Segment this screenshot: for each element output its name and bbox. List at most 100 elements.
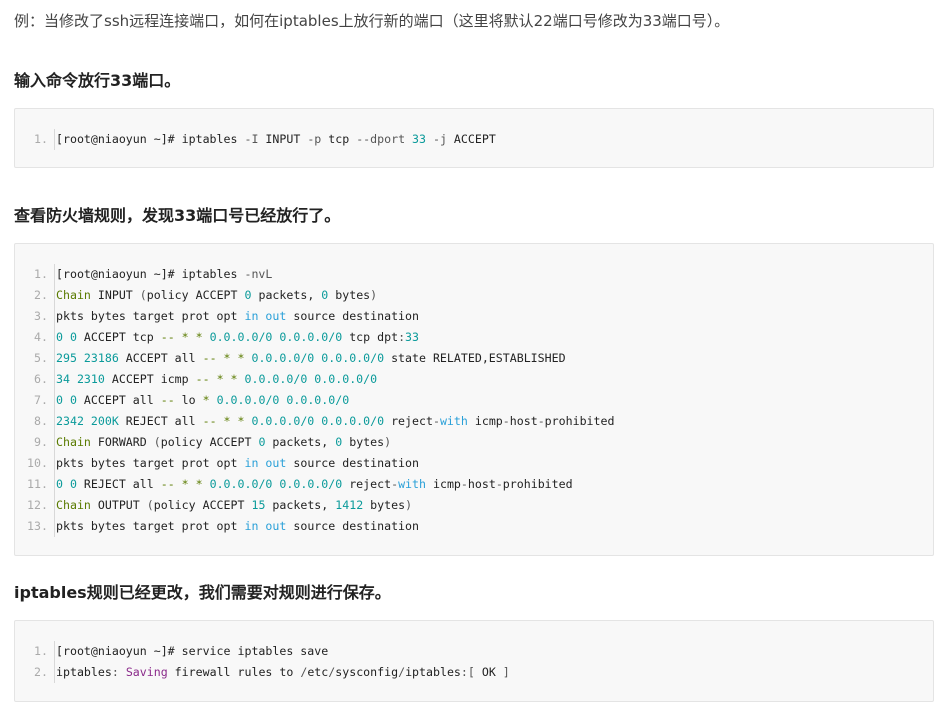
code-token: 33 — [405, 330, 420, 344]
code-token: REJECT all — [118, 414, 203, 428]
code-token: -- * * — [195, 372, 238, 386]
code-token: ) — [405, 498, 413, 512]
code-token: prohibited — [544, 414, 615, 428]
code-token: 34 2310 — [56, 372, 105, 386]
code-line: 3. pkts bytes target prot opt in out sour… — [15, 306, 933, 327]
line-number: 4. — [15, 327, 55, 348]
code-token: * — [202, 393, 210, 407]
code-line: 11. 0 0 REJECT all -- * * 0.0.0.0/0 0.0.0… — [15, 474, 933, 495]
code-token: 33 — [412, 132, 426, 146]
code-token: : — [398, 330, 406, 344]
code-token: reject — [342, 477, 392, 491]
line-number: 3. — [15, 306, 55, 327]
code-token: ACCEPT icmp — [104, 372, 196, 386]
code-text: pkts bytes target prot opt in out source… — [56, 516, 419, 537]
code-line: 2. Chain INPUT (policy ACCEPT 0 packets, … — [15, 285, 933, 306]
code-token: : — [111, 665, 126, 679]
code-token: 0.0.0.0/0 0.0.0.0/0 — [209, 477, 343, 491]
code-token: / — [398, 665, 406, 679]
code-token: firewall rules to — [167, 665, 301, 679]
code-token: OUTPUT — [90, 498, 147, 512]
code-line: 4. 0 0 ACCEPT tcp -- * * 0.0.0.0/0 0.0.0.… — [15, 327, 933, 348]
code-token: with — [398, 477, 426, 491]
line-number: 12. — [15, 495, 55, 516]
code-line: 9. Chain FORWARD (policy ACCEPT 0 packets… — [15, 432, 933, 453]
code-token: pkts bytes target prot opt — [56, 456, 245, 470]
code-token: Chain — [56, 288, 91, 302]
section-heading-save-rules: iptables规则已经更改，我们需要对规则进行保存。 — [14, 583, 391, 602]
code-token: ) — [384, 435, 392, 449]
code-token: -- — [160, 393, 175, 407]
code-line: 7. 0 0 ACCEPT all -- lo * 0.0.0.0/0 0.0.0… — [15, 390, 933, 411]
code-token: host — [467, 477, 496, 491]
line-number: 6. — [15, 369, 55, 390]
code-token: 1412 — [335, 498, 364, 512]
line-number: 2. — [15, 662, 55, 683]
code-line: 6. 34 2310 ACCEPT icmp -- * * 0.0.0.0/0 0… — [15, 369, 933, 390]
code-token: iptables — [181, 267, 245, 281]
code-token: REJECT all — [76, 477, 161, 491]
code-block-save-rules: 1. [root@niaoyun ~]# service iptables sav… — [14, 620, 934, 702]
code-token: Chain — [56, 498, 91, 512]
code-token: ) — [370, 288, 378, 302]
code-token: [root@niaoyun ~]# — [56, 644, 182, 658]
code-token: 295 23186 — [56, 351, 119, 365]
code-text: Chain OUTPUT (policy ACCEPT 15 packets, … — [56, 495, 412, 516]
line-number: 7. — [15, 390, 55, 411]
code-token: - — [537, 414, 545, 428]
code-token: 0.0.0.0/0 0.0.0.0/0 — [216, 393, 350, 407]
code-text: 0 0 ACCEPT tcp -- * * 0.0.0.0/0 0.0.0.0/… — [56, 327, 419, 348]
code-line: 8. 2342 200K REJECT all -- * * 0.0.0.0/0 … — [15, 411, 933, 432]
section-heading-view-rules: 查看防火墙规则，发现33端口号已经放行了。 — [14, 206, 341, 225]
code-line: 1. [root@niaoyun ~]# service iptables sav… — [15, 641, 933, 662]
code-lines: 1. [root@niaoyun ~]# iptables -nvL 2. Chain… — [15, 264, 933, 537]
code-text: 0 0 ACCEPT all -- lo * 0.0.0.0/0 0.0.0.0… — [56, 390, 349, 411]
code-token: ] — [495, 665, 510, 679]
code-token: 0 0 — [56, 393, 77, 407]
line-number: 9. — [15, 432, 55, 453]
code-token: 0.0.0.0/0 0.0.0.0/0 — [244, 372, 378, 386]
code-text: Chain INPUT (policy ACCEPT 0 packets, 0 … — [56, 285, 377, 306]
code-token: 0.0.0.0/0 0.0.0.0/0 — [251, 351, 385, 365]
code-token: packets, — [251, 288, 322, 302]
code-token: Chain — [56, 435, 91, 449]
code-text: [root@niaoyun ~]# iptables -nvL — [56, 264, 272, 285]
code-token: [root@niaoyun ~]# — [56, 132, 182, 146]
code-block-open-port: 1. [root@niaoyun ~]# iptables -I INPUT -p… — [14, 108, 934, 168]
code-token: -- * * — [160, 477, 203, 491]
code-token: prohibited — [502, 477, 573, 491]
article: 例：当修改了ssh远程连接端口，如何在iptables上放行新的端口（这里将默认… — [0, 0, 940, 708]
code-token: sysconfig — [335, 665, 399, 679]
code-line: 13. pkts bytes target prot opt in out sou… — [15, 516, 933, 537]
code-token: - — [460, 477, 468, 491]
code-token: in — [244, 309, 259, 323]
code-token: tcp dpt — [342, 330, 399, 344]
line-number: 1. — [15, 129, 55, 150]
code-line: 1. [root@niaoyun ~]# iptables -I INPUT -p… — [15, 129, 933, 150]
code-token: -p — [307, 132, 329, 146]
code-token: [root@niaoyun ~]# — [56, 267, 182, 281]
code-token: -- * * — [202, 414, 245, 428]
section-heading-open-port: 输入命令放行33端口。 — [14, 71, 181, 90]
code-token: Saving — [125, 665, 168, 679]
code-token: 0 0 — [56, 477, 77, 491]
code-token: out — [265, 309, 287, 323]
code-text: 295 23186 ACCEPT all -- * * 0.0.0.0/0 0.… — [56, 348, 566, 369]
code-text: [root@niaoyun ~]# iptables -I INPUT -p t… — [56, 129, 496, 150]
code-token: bytes — [363, 498, 406, 512]
code-token: tcp — [328, 132, 357, 146]
line-number: 8. — [15, 411, 55, 432]
code-lines: 1. [root@niaoyun ~]# iptables -I INPUT -p… — [15, 129, 933, 150]
code-token: iptables — [405, 665, 461, 679]
code-token: ACCEPT all — [118, 351, 203, 365]
code-token: -- * * — [202, 351, 245, 365]
code-token: iptables — [181, 132, 245, 146]
code-text: [root@niaoyun ~]# service iptables save — [56, 641, 328, 662]
code-token: ( — [146, 498, 154, 512]
code-token: policy ACCEPT — [146, 288, 245, 302]
code-token: reject — [384, 414, 433, 428]
code-text: Chain FORWARD (policy ACCEPT 0 packets, … — [56, 432, 391, 453]
code-token: 0 0 — [56, 330, 77, 344]
